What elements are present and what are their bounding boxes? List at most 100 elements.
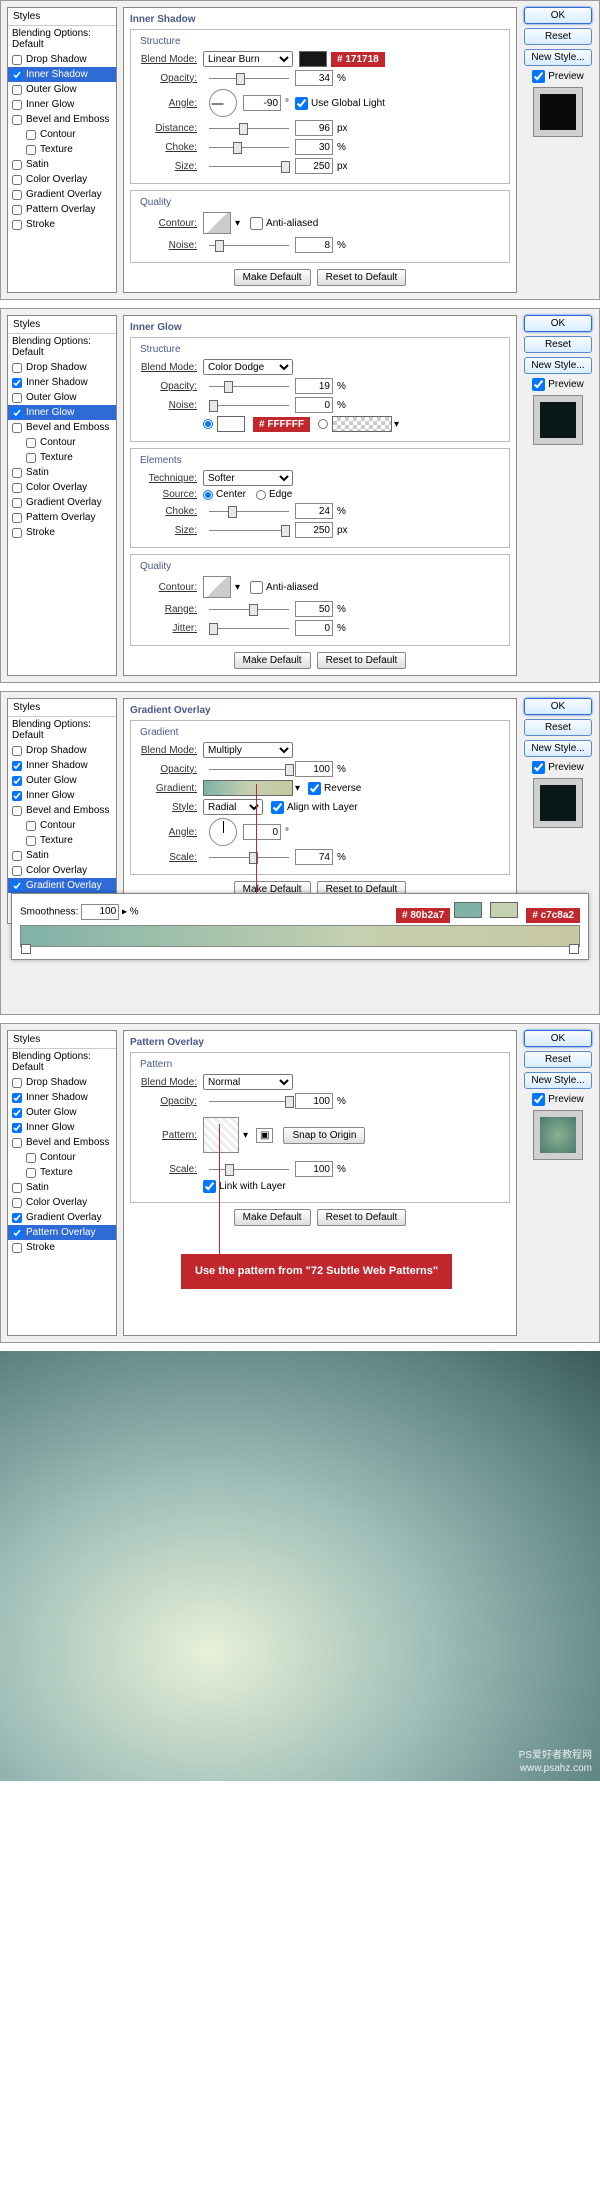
new-style-button[interactable]: New Style... xyxy=(524,1072,592,1089)
blend-mode-select[interactable]: Normal xyxy=(203,1074,293,1090)
stop1-swatch[interactable] xyxy=(454,902,482,918)
style-inner-shadow[interactable]: Inner Shadow xyxy=(8,1090,116,1105)
style-contour[interactable]: Contour xyxy=(8,1150,116,1165)
size-input[interactable] xyxy=(295,158,333,174)
style-inner-shadow[interactable]: Inner Shadow xyxy=(8,375,116,390)
style-inner-glow[interactable]: Inner Glow xyxy=(8,1120,116,1135)
make-default-button[interactable]: Make Default xyxy=(234,1209,311,1226)
noise-input[interactable] xyxy=(295,397,333,413)
style-texture[interactable]: Texture xyxy=(8,142,116,157)
style-bevel-emboss[interactable]: Bevel and Emboss xyxy=(8,803,116,818)
bevel-checkbox[interactable] xyxy=(12,115,22,125)
scale-input[interactable] xyxy=(295,1161,333,1177)
noise-input[interactable] xyxy=(295,237,333,253)
gradient-dropdown-icon[interactable]: ▾ xyxy=(394,419,399,430)
inner-shadow-checkbox[interactable] xyxy=(12,70,22,80)
new-style-button[interactable]: New Style... xyxy=(524,49,592,66)
reset-button[interactable]: Reset xyxy=(524,28,592,45)
noise-slider[interactable] xyxy=(209,405,289,406)
style-contour[interactable]: Contour xyxy=(8,818,116,833)
reset-default-button[interactable]: Reset to Default xyxy=(317,269,407,286)
contour-picker[interactable] xyxy=(203,212,231,234)
style-stroke[interactable]: Stroke xyxy=(8,525,116,540)
stroke-checkbox[interactable] xyxy=(12,220,22,230)
gradient-radio[interactable] xyxy=(318,419,328,429)
style-pattern-overlay[interactable]: Pattern Overlay xyxy=(8,1225,116,1240)
new-preset-icon[interactable]: ▣ xyxy=(256,1128,273,1143)
size-slider[interactable] xyxy=(209,530,289,531)
contour-dropdown-icon[interactable]: ▾ xyxy=(235,582,240,593)
preview-checkbox[interactable] xyxy=(532,761,545,774)
opacity-input[interactable] xyxy=(295,761,333,777)
color-overlay-checkbox[interactable] xyxy=(12,175,22,185)
anti-aliased-checkbox[interactable] xyxy=(250,581,263,594)
pattern-overlay-checkbox[interactable] xyxy=(12,205,22,215)
blend-mode-select[interactable]: Linear Burn xyxy=(203,51,293,67)
texture-checkbox[interactable] xyxy=(26,145,36,155)
new-style-button[interactable]: New Style... xyxy=(524,740,592,757)
choke-input[interactable] xyxy=(295,503,333,519)
opacity-slider[interactable] xyxy=(209,386,289,387)
style-drop-shadow[interactable]: Drop Shadow xyxy=(8,360,116,375)
gradient-dropdown-icon[interactable]: ▾ xyxy=(295,783,300,794)
range-slider[interactable] xyxy=(209,609,289,610)
style-drop-shadow[interactable]: Drop Shadow xyxy=(8,1075,116,1090)
style-outer-glow[interactable]: Outer Glow xyxy=(8,82,116,97)
smoothness-input[interactable] xyxy=(81,904,119,920)
reset-button[interactable]: Reset xyxy=(524,719,592,736)
gradient-stop-left[interactable] xyxy=(21,944,31,954)
blending-options-row[interactable]: Blending Options: Default xyxy=(8,26,116,52)
reset-default-button[interactable]: Reset to Default xyxy=(317,1209,407,1226)
outer-glow-checkbox[interactable] xyxy=(12,85,22,95)
style-inner-glow[interactable]: Inner Glow xyxy=(8,788,116,803)
scale-input[interactable] xyxy=(295,849,333,865)
size-input[interactable] xyxy=(295,522,333,538)
style-outer-glow[interactable]: Outer Glow xyxy=(8,390,116,405)
angle-dial[interactable] xyxy=(209,89,237,117)
style-pattern-overlay[interactable]: Pattern Overlay xyxy=(8,510,116,525)
angle-input[interactable] xyxy=(243,95,281,111)
gradient-stop-right[interactable] xyxy=(569,944,579,954)
scale-slider[interactable] xyxy=(209,857,289,858)
style-outer-glow[interactable]: Outer Glow xyxy=(8,773,116,788)
inner-glow-checkbox[interactable] xyxy=(12,100,22,110)
style-texture[interactable]: Texture xyxy=(8,833,116,848)
style-color-overlay[interactable]: Color Overlay xyxy=(8,1195,116,1210)
reverse-checkbox[interactable] xyxy=(308,782,321,795)
smoothness-dropdown-icon[interactable]: ▸ xyxy=(122,906,127,917)
style-select[interactable]: Radial xyxy=(203,799,263,815)
style-contour[interactable]: Contour xyxy=(8,127,116,142)
style-bevel-emboss[interactable]: Bevel and Emboss xyxy=(8,420,116,435)
style-gradient-overlay[interactable]: Gradient Overlay xyxy=(8,878,116,893)
color-picker[interactable] xyxy=(217,416,245,432)
style-color-overlay[interactable]: Color Overlay xyxy=(8,480,116,495)
source-edge-radio[interactable] xyxy=(256,490,266,500)
style-stroke[interactable]: Stroke xyxy=(8,1240,116,1255)
ok-button[interactable]: OK xyxy=(524,7,592,24)
ok-button[interactable]: OK xyxy=(524,698,592,715)
style-stroke[interactable]: Stroke xyxy=(8,217,116,232)
style-inner-glow[interactable]: Inner Glow xyxy=(8,97,116,112)
size-slider[interactable] xyxy=(209,166,289,167)
opacity-slider[interactable] xyxy=(209,769,289,770)
drop-shadow-checkbox[interactable] xyxy=(12,55,22,65)
style-satin[interactable]: Satin xyxy=(8,1180,116,1195)
scale-slider[interactable] xyxy=(209,1169,289,1170)
opacity-input[interactable] xyxy=(295,70,333,86)
contour-dropdown-icon[interactable]: ▾ xyxy=(235,218,240,229)
preview-checkbox[interactable] xyxy=(532,378,545,391)
style-inner-shadow[interactable]: Inner Shadow xyxy=(8,758,116,773)
style-texture[interactable]: Texture xyxy=(8,1165,116,1180)
pattern-dropdown-icon[interactable]: ▾ xyxy=(243,1130,248,1141)
style-color-overlay[interactable]: Color Overlay xyxy=(8,172,116,187)
color-picker[interactable] xyxy=(299,51,327,67)
range-input[interactable] xyxy=(295,601,333,617)
make-default-button[interactable]: Make Default xyxy=(234,269,311,286)
blending-options-row[interactable]: Blending Options: Default xyxy=(8,1049,116,1075)
style-gradient-overlay[interactable]: Gradient Overlay xyxy=(8,495,116,510)
new-style-button[interactable]: New Style... xyxy=(524,357,592,374)
satin-checkbox[interactable] xyxy=(12,160,22,170)
style-contour[interactable]: Contour xyxy=(8,435,116,450)
make-default-button[interactable]: Make Default xyxy=(234,652,311,669)
ok-button[interactable]: OK xyxy=(524,1030,592,1047)
